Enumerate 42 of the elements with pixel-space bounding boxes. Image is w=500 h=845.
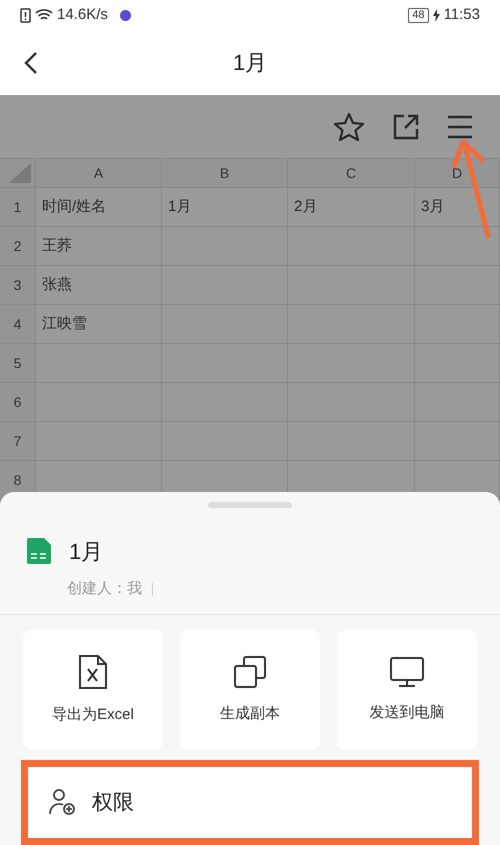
copy-icon bbox=[233, 655, 267, 690]
spreadsheet-icon bbox=[27, 538, 51, 564]
table-cell-text: 时间/姓名 bbox=[42, 196, 106, 217]
excel-file-icon bbox=[78, 654, 108, 690]
app-notification-icon bbox=[120, 10, 131, 20]
table-cell-text: 江映雪 bbox=[42, 314, 87, 334]
network-speed: 14.6K/s bbox=[57, 4, 108, 25]
column-header: D bbox=[452, 164, 462, 182]
action-card[interactable]: 发送到电脑 bbox=[337, 630, 477, 750]
menu-icon[interactable] bbox=[447, 114, 473, 138]
table-cell-text: 3月 bbox=[421, 196, 444, 217]
drag-handle[interactable] bbox=[208, 502, 292, 508]
battery-level: 48 bbox=[408, 8, 429, 22]
star-icon[interactable] bbox=[333, 112, 365, 142]
table-cell-text: 张燕 bbox=[42, 274, 72, 295]
row-number: 6 bbox=[14, 392, 22, 412]
permission-row[interactable]: 权限 bbox=[28, 767, 134, 838]
row-number: 1 bbox=[14, 198, 22, 216]
table-cell-text: 1月 bbox=[168, 196, 192, 217]
action-card[interactable]: 生成副本 bbox=[180, 630, 320, 750]
column-header: C bbox=[346, 164, 356, 182]
table-cell-text: 王荞 bbox=[42, 236, 72, 256]
creator-label: 创建人：我 bbox=[67, 578, 142, 599]
monitor-icon bbox=[389, 656, 425, 688]
action-card[interactable]: 导出为Excel bbox=[23, 630, 163, 750]
row-number: 2 bbox=[14, 236, 22, 256]
row-number: 3 bbox=[14, 276, 22, 294]
row-number: 7 bbox=[14, 432, 22, 450]
share-icon[interactable] bbox=[393, 114, 419, 140]
row-number: 4 bbox=[14, 314, 22, 334]
row-number: 5 bbox=[14, 354, 22, 372]
clock: 11:53 bbox=[444, 4, 480, 25]
row-number: 8 bbox=[14, 470, 22, 490]
table-cell-text: 2月 bbox=[294, 196, 318, 217]
page-title: 1月 bbox=[232, 49, 268, 77]
charging-icon bbox=[432, 8, 440, 22]
wifi-icon bbox=[35, 8, 53, 22]
add-user-icon bbox=[48, 788, 76, 816]
column-header: B bbox=[220, 164, 230, 182]
column-header: A bbox=[94, 164, 104, 182]
alert-icon bbox=[20, 8, 31, 22]
document-title: 1月 bbox=[69, 538, 104, 566]
